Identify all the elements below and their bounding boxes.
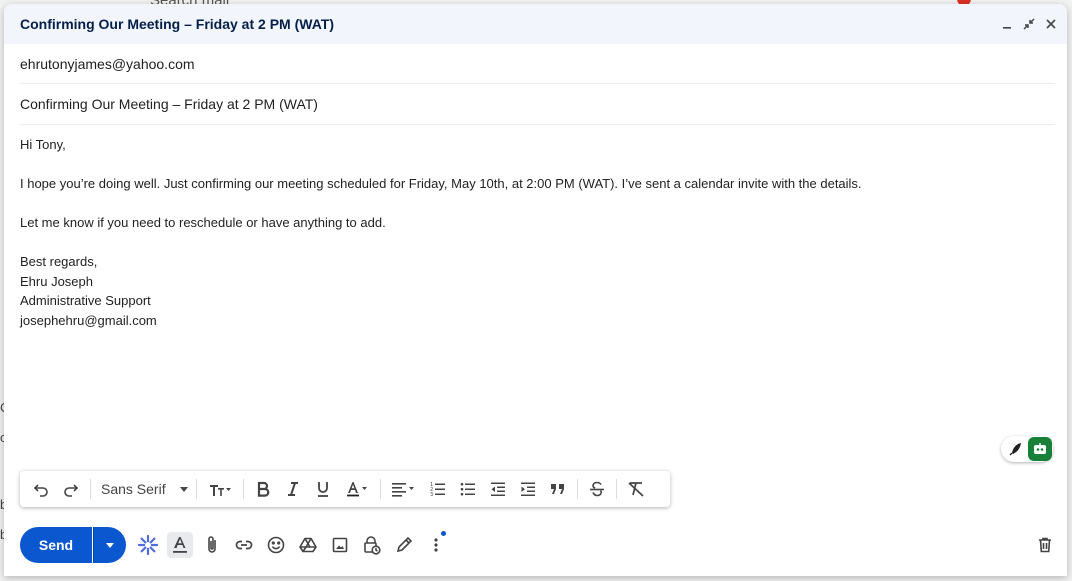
remove-formatting-button[interactable] <box>621 475 651 503</box>
close-icon <box>1046 19 1056 29</box>
signature-title: Administrative Support <box>20 293 151 308</box>
send-options-button[interactable] <box>93 527 126 563</box>
writing-assist-badges[interactable] <box>1001 436 1053 462</box>
link-icon <box>235 540 253 550</box>
gemini-help-me-write-button[interactable] <box>132 527 164 563</box>
formatting-options-icon <box>173 537 187 553</box>
grammar-assistant-icon[interactable] <box>1028 437 1052 461</box>
more-options-button[interactable] <box>420 527 452 563</box>
discard-draft-button[interactable] <box>1031 531 1059 559</box>
body-paragraph: I hope you’re doing well. Just confirmin… <box>20 176 862 191</box>
confidential-icon <box>364 536 381 555</box>
signature-icon <box>396 536 413 553</box>
redo-icon <box>64 484 79 497</box>
body-greeting: Hi Tony, <box>20 137 66 152</box>
bulleted-list-icon <box>460 482 475 496</box>
italic-button[interactable] <box>278 475 308 503</box>
chevron-down-icon <box>179 486 188 492</box>
send-button[interactable]: Send <box>20 527 92 563</box>
indent-more-icon <box>520 482 535 496</box>
bold-icon <box>257 481 269 497</box>
indent-less-icon <box>490 482 505 496</box>
insert-drive-file-button[interactable] <box>292 527 324 563</box>
chevron-down-icon <box>106 542 114 548</box>
underline-icon <box>317 482 328 497</box>
quote-button[interactable] <box>543 475 573 503</box>
recipient-chip[interactable]: ehrutonyjames@yahoo.com <box>20 56 195 72</box>
minimize-icon <box>1003 27 1011 29</box>
underline-button[interactable] <box>308 475 338 503</box>
signature-closing: Best regards, <box>20 254 98 269</box>
svg-text:3: 3 <box>430 492 433 497</box>
attach-files-button[interactable] <box>196 527 228 563</box>
emoji-icon <box>267 536 285 554</box>
formatting-options-button[interactable] <box>167 532 193 558</box>
undo-icon <box>33 484 48 497</box>
attach-icon <box>208 536 216 553</box>
formatting-toolbar: Sans Serif 123 <box>20 471 670 507</box>
compose-window: Confirming Our Meeting – Friday at 2 PM … <box>4 4 1067 576</box>
insert-emoji-button[interactable] <box>260 527 292 563</box>
feather-pen-icon[interactable] <box>1007 440 1025 458</box>
quote-icon <box>550 484 564 494</box>
align-button[interactable] <box>385 475 423 503</box>
exit-fullscreen-icon <box>1023 18 1035 30</box>
close-button[interactable] <box>1041 14 1061 34</box>
minimize-button[interactable] <box>997 14 1017 34</box>
confidential-mode-button[interactable] <box>356 527 388 563</box>
strikethrough-button[interactable] <box>582 475 612 503</box>
font-family-value: Sans Serif <box>101 481 166 497</box>
undo-button[interactable] <box>26 475 56 503</box>
remove-formatting-icon <box>628 482 644 497</box>
send-button-group: Send <box>20 527 126 563</box>
subject-field[interactable]: Confirming Our Meeting – Friday at 2 PM … <box>20 84 1054 125</box>
text-size-button[interactable] <box>201 475 239 503</box>
insert-photo-button[interactable] <box>324 527 356 563</box>
strikethrough-icon <box>589 481 604 497</box>
insert-link-button[interactable] <box>228 527 260 563</box>
font-family-select[interactable]: Sans Serif <box>95 475 192 503</box>
indent-less-button[interactable] <box>483 475 513 503</box>
drive-icon <box>299 537 317 553</box>
to-field[interactable]: ehrutonyjames@yahoo.com <box>20 44 1054 84</box>
trash-icon <box>1039 537 1051 553</box>
gemini-icon <box>137 534 159 556</box>
bold-button[interactable] <box>248 475 278 503</box>
compose-title: Confirming Our Meeting – Friday at 2 PM … <box>20 16 334 32</box>
numbered-list-button[interactable]: 123 <box>423 475 453 503</box>
compose-titlebar[interactable]: Confirming Our Meeting – Friday at 2 PM … <box>4 4 1067 44</box>
message-body[interactable]: Hi Tony, I hope you’re doing well. Just … <box>4 125 1067 330</box>
signature-name: Ehru Joseph <box>20 273 93 289</box>
redo-button[interactable] <box>56 475 86 503</box>
body-paragraph: Let me know if you need to reschedule or… <box>20 215 386 230</box>
italic-icon <box>287 482 298 496</box>
photo-icon <box>332 537 348 553</box>
numbered-list-icon: 123 <box>430 482 445 497</box>
insert-signature-button[interactable] <box>388 527 420 563</box>
align-icon <box>391 483 414 497</box>
signature-email: josephehru@gmail.com <box>20 312 157 328</box>
text-color-button[interactable] <box>338 475 376 503</box>
text-color-icon <box>346 482 367 497</box>
more-options-icon <box>434 538 438 552</box>
bulleted-list-button[interactable] <box>453 475 483 503</box>
exit-fullscreen-button[interactable] <box>1019 14 1039 34</box>
text-size-icon <box>209 485 231 496</box>
subject-text: Confirming Our Meeting – Friday at 2 PM … <box>20 96 318 112</box>
new-feature-dot <box>441 531 446 536</box>
compose-actions <box>132 527 452 563</box>
indent-more-button[interactable] <box>513 475 543 503</box>
